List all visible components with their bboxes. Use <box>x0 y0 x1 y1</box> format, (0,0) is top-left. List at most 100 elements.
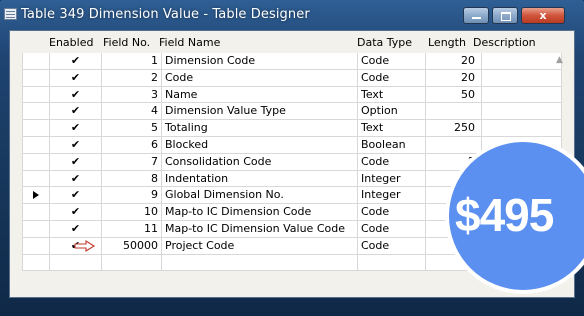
maximize-button[interactable] <box>492 7 518 24</box>
cell-data-type[interactable]: Integer <box>358 170 426 188</box>
close-button[interactable]: x <box>521 7 565 24</box>
cell-field-no[interactable]: 1 <box>102 53 162 70</box>
cell-field-name[interactable]: Dimension Value Type <box>162 103 358 121</box>
row-selector[interactable] <box>22 237 50 255</box>
column-header-length[interactable]: Length <box>428 36 466 49</box>
cell-length[interactable]: 20 <box>426 53 482 70</box>
cell-enabled[interactable]: ✔ <box>50 69 102 87</box>
cell-enabled[interactable]: ✔ <box>50 204 102 221</box>
cell-data-type[interactable]: Code <box>358 220 426 238</box>
cell-enabled[interactable]: ✔ <box>50 136 102 154</box>
cell-field-name[interactable]: Blocked <box>162 136 358 154</box>
row-selector[interactable] <box>22 204 50 221</box>
cell-enabled[interactable]: ✔ <box>50 86 102 104</box>
cell-description[interactable] <box>482 103 562 121</box>
cell-description[interactable] <box>482 69 562 87</box>
cell-data-type[interactable]: Code <box>358 204 426 221</box>
arrow-right-icon <box>74 239 96 252</box>
cell-length[interactable] <box>426 103 482 121</box>
cell-length[interactable]: 250 <box>426 120 482 137</box>
column-header-description[interactable]: Description <box>473 36 536 49</box>
cell-field-name[interactable]: Indentation <box>162 170 358 188</box>
row-selector[interactable] <box>22 220 50 238</box>
cell-field-name[interactable]: Totaling <box>162 120 358 137</box>
title-bar[interactable]: Table 349 Dimension Value - Table Design… <box>0 0 584 30</box>
cell-field-no[interactable] <box>102 254 162 272</box>
close-icon: x <box>539 9 547 22</box>
table-row[interactable]: ✔ 4 Dimension Value Type Option <box>22 103 562 121</box>
cell-field-name[interactable] <box>162 254 358 272</box>
row-selector[interactable] <box>22 254 50 272</box>
cell-length[interactable]: 20 <box>426 69 482 87</box>
table-row[interactable]: ✔ 2 Code Code 20 <box>22 69 562 87</box>
cell-field-no[interactable]: 11 <box>102 220 162 238</box>
cell-field-name[interactable]: Project Code <box>162 237 358 255</box>
row-selector[interactable] <box>22 86 50 104</box>
column-header-row: Enabled Field No. Field Name Data Type L… <box>10 31 574 51</box>
row-selector[interactable] <box>22 136 50 154</box>
cell-field-no[interactable]: 10 <box>102 204 162 221</box>
cell-enabled[interactable]: ✔ <box>50 120 102 137</box>
row-selector[interactable] <box>22 170 50 188</box>
table-row[interactable]: ✔ 1 Dimension Code Code 20 <box>22 53 562 70</box>
cell-enabled[interactable]: ✔ <box>50 187 102 205</box>
cell-field-name[interactable]: Consolidation Code <box>162 153 358 171</box>
table-icon <box>4 8 17 20</box>
cell-length[interactable] <box>426 136 482 154</box>
cell-data-type[interactable]: Code <box>358 53 426 70</box>
column-header-enabled[interactable]: Enabled <box>49 36 93 49</box>
cell-field-no[interactable]: 50000 <box>102 237 162 255</box>
cell-field-name[interactable]: Dimension Code <box>162 53 358 70</box>
row-selector[interactable] <box>22 53 50 70</box>
row-selector[interactable] <box>22 153 50 171</box>
cell-description[interactable] <box>482 120 562 137</box>
cell-description[interactable] <box>482 86 562 104</box>
column-header-field-name[interactable]: Field Name <box>159 36 220 49</box>
cell-data-type[interactable]: Code <box>358 69 426 87</box>
cell-enabled[interactable]: ✔ <box>50 103 102 121</box>
row-selector[interactable] <box>22 120 50 137</box>
cell-data-type[interactable]: Text <box>358 86 426 104</box>
table-row[interactable]: ✔ 3 Name Text 50 <box>22 86 562 104</box>
cell-field-no[interactable]: 6 <box>102 136 162 154</box>
row-selector[interactable] <box>22 103 50 121</box>
cell-enabled[interactable]: ✔ <box>50 220 102 238</box>
cell-enabled[interactable]: ✔ <box>50 237 102 255</box>
cell-enabled[interactable] <box>50 254 102 272</box>
cell-field-no[interactable]: 5 <box>102 120 162 137</box>
row-selector[interactable] <box>22 69 50 87</box>
cell-field-no[interactable]: 4 <box>102 103 162 121</box>
cell-field-no[interactable]: 9 <box>102 187 162 205</box>
minimize-button[interactable] <box>463 7 489 24</box>
cell-description[interactable] <box>482 53 562 70</box>
cell-field-name[interactable]: Global Dimension No. <box>162 187 358 205</box>
cell-field-no[interactable]: 2 <box>102 69 162 87</box>
table-row[interactable]: ✔ 5 Totaling Text 250 <box>22 120 562 137</box>
cell-field-name[interactable]: Code <box>162 69 358 87</box>
price-badge-text: $495 <box>455 189 554 241</box>
window-title: Table 349 Dimension Value - Table Design… <box>21 7 310 22</box>
current-row-pointer-icon <box>33 191 39 200</box>
cell-enabled[interactable]: ✔ <box>50 170 102 188</box>
cell-data-type[interactable]: Code <box>358 237 426 255</box>
cell-data-type[interactable]: Integer <box>358 187 426 205</box>
cell-field-name[interactable]: Map-to IC Dimension Value Code <box>162 220 358 238</box>
cell-data-type[interactable]: Code <box>358 153 426 171</box>
row-selector[interactable] <box>22 187 50 205</box>
cell-enabled[interactable]: ✔ <box>50 53 102 70</box>
cell-enabled[interactable]: ✔ <box>50 153 102 171</box>
cell-field-no[interactable]: 3 <box>102 86 162 104</box>
cell-data-type[interactable]: Option <box>358 103 426 121</box>
cell-length[interactable]: 50 <box>426 86 482 104</box>
cell-data-type[interactable]: Text <box>358 120 426 137</box>
scroll-up-icon[interactable]: ▲ <box>556 55 563 65</box>
cell-data-type[interactable] <box>358 254 426 272</box>
column-header-field-no[interactable]: Field No. <box>103 36 150 49</box>
cell-data-type[interactable]: Boolean <box>358 136 426 154</box>
cell-field-no[interactable]: 8 <box>102 170 162 188</box>
cell-field-no[interactable]: 7 <box>102 153 162 171</box>
table-designer-window: Table 349 Dimension Value - Table Design… <box>0 0 584 316</box>
cell-field-name[interactable]: Name <box>162 86 358 104</box>
cell-field-name[interactable]: Map-to IC Dimension Code <box>162 204 358 221</box>
column-header-data-type[interactable]: Data Type <box>357 36 412 49</box>
